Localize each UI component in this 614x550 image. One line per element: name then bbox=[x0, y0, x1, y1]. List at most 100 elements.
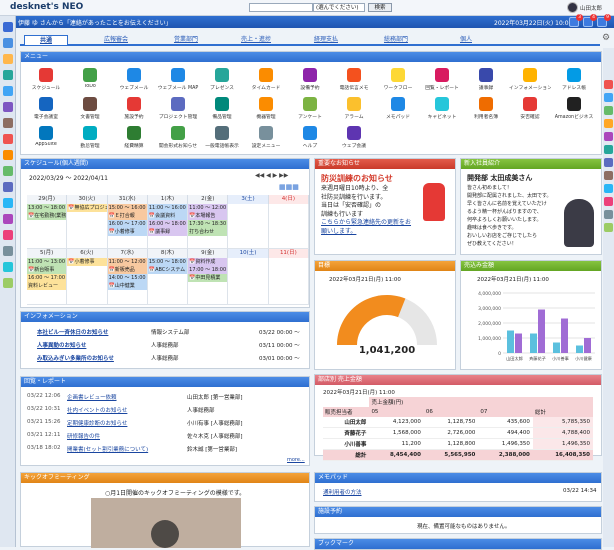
avatar[interactable] bbox=[567, 2, 578, 13]
gray-shortcut-icon[interactable] bbox=[604, 210, 613, 219]
menu-item[interactable]: アラーム bbox=[333, 97, 375, 120]
schedule-event[interactable]: 📅資料作成 bbox=[188, 258, 228, 266]
day-header[interactable]: 1(木) bbox=[147, 195, 189, 204]
menu-item[interactable]: アドレス帳 bbox=[553, 68, 595, 91]
day-cell[interactable]: 15:00 ～ 16:00 📅Ｅ打合報 16:00 ～ 17:00 📅小着修事 bbox=[107, 204, 148, 249]
app-logo[interactable]: desknet's NEO bbox=[10, 2, 83, 12]
menu-item[interactable]: ウェブメール bbox=[113, 68, 155, 91]
day-header[interactable]: 2(金) bbox=[188, 195, 229, 204]
schedule-event[interactable]: 資料レビュー bbox=[27, 282, 67, 290]
menu-item[interactable]: ToDo bbox=[69, 68, 111, 89]
menu-item[interactable]: ウェブ会議 bbox=[333, 126, 375, 149]
report-title[interactable]: 社内イベントのお知らせ bbox=[67, 406, 127, 414]
menu-item[interactable]: AppSuite bbox=[25, 126, 67, 147]
menu-item[interactable]: 開会形式お知らせ bbox=[157, 126, 199, 149]
menu-item[interactable]: 電子会議室 bbox=[25, 97, 67, 120]
day-header[interactable]: 10(土) bbox=[228, 249, 269, 258]
day-header[interactable]: 11(日) bbox=[268, 249, 309, 258]
schedule-event[interactable]: 📅小着修事 bbox=[107, 228, 147, 236]
calendar-icon[interactable] bbox=[3, 38, 13, 48]
day-header[interactable]: 4(日) bbox=[268, 195, 309, 204]
schedule-event[interactable]: 16:00 ～ 18:00 bbox=[147, 220, 188, 228]
day-cell[interactable]: 11:00 ～ 16:00 📅会議資料 16:00 ～ 18:00 📅議事録 bbox=[147, 204, 189, 249]
schedule-event[interactable]: 📅ABCシステム bbox=[147, 266, 188, 274]
home-icon[interactable] bbox=[3, 22, 13, 32]
tab-personal[interactable]: 個人 bbox=[444, 35, 488, 45]
day-header[interactable]: 29(月) bbox=[27, 195, 68, 204]
tab-progress[interactable]: 売上・進捗 bbox=[234, 35, 278, 45]
report-icon[interactable] bbox=[3, 182, 13, 192]
schedule-event[interactable]: 14:00 ～ 15:00 bbox=[107, 274, 147, 282]
schedule-event[interactable]: 13:00 ～ 18:00 bbox=[27, 204, 67, 212]
menu-item[interactable]: メモパッド bbox=[377, 97, 419, 120]
info-icon[interactable] bbox=[3, 214, 13, 224]
notice-line[interactable]: こちらから緊急連絡先の更新をお願いします。 bbox=[321, 219, 413, 236]
workflow-icon[interactable] bbox=[3, 166, 13, 176]
tab-accounting[interactable]: 経理支払 bbox=[304, 35, 348, 45]
tab-general-affairs[interactable]: 総務部門 bbox=[374, 35, 418, 45]
menu-item[interactable]: プレゼンス bbox=[201, 68, 243, 91]
red-shortcut-icon[interactable] bbox=[604, 80, 613, 89]
teal-shortcut-icon[interactable] bbox=[604, 145, 613, 154]
day-header[interactable]: 7(水) bbox=[107, 249, 148, 258]
info-title[interactable]: 本社ビル一斉休日のお知らせ bbox=[37, 328, 108, 336]
tab-common[interactable]: 共通 bbox=[24, 35, 68, 45]
menu-item[interactable]: 一般電話帳表示 bbox=[201, 126, 243, 149]
bar[interactable] bbox=[561, 318, 568, 354]
schedule-nav[interactable]: ◀◀ ◀ ▶ ▶▶ bbox=[255, 172, 288, 179]
info-title[interactable]: 人事異動のお知らせ bbox=[37, 341, 86, 349]
purple-shortcut-icon[interactable] bbox=[604, 132, 613, 141]
schedule-event[interactable]: 📅議事録 bbox=[147, 228, 188, 236]
schedule-event[interactable]: 11:00 ～ 12:00 bbox=[107, 258, 147, 266]
memo-item[interactable]: 通利用者の方法 bbox=[323, 488, 362, 496]
lime-shortcut-icon[interactable] bbox=[604, 223, 613, 232]
menu-item[interactable]: 利用者名簿 bbox=[465, 97, 507, 120]
bar[interactable] bbox=[576, 345, 583, 354]
gear-icon[interactable]: ⚙ bbox=[602, 33, 610, 43]
day-cell[interactable]: 📅無協広プロジェクト bbox=[67, 204, 108, 249]
menu-item[interactable]: ウェブメール MAP bbox=[157, 68, 199, 91]
video-player[interactable] bbox=[91, 498, 241, 548]
day-cell[interactable]: 15:00 ～ 18:00 📅ABCシステム bbox=[147, 258, 189, 305]
day-header[interactable]: 31(水) bbox=[107, 195, 148, 204]
more-link[interactable]: more... bbox=[287, 457, 305, 463]
day-cell[interactable]: 13:00 ～ 18:00 📅在宅勤務(業務) bbox=[27, 204, 68, 249]
menu-item[interactable]: 電話伝言メモ bbox=[333, 68, 375, 91]
day-header[interactable]: 9(金) bbox=[188, 249, 229, 258]
schedule-event[interactable]: 📅新販売品 bbox=[107, 266, 147, 274]
menu-item[interactable]: 経費精算 bbox=[113, 126, 155, 149]
forum-icon[interactable] bbox=[3, 246, 13, 256]
menu-item[interactable]: 設備予約 bbox=[289, 68, 331, 91]
menu-item[interactable]: 議事録 bbox=[465, 68, 507, 91]
phone-memo-icon[interactable] bbox=[3, 150, 13, 160]
bar[interactable] bbox=[530, 333, 537, 354]
report-title[interactable]: 定期健康診断のお知らせ bbox=[67, 419, 127, 427]
bar[interactable] bbox=[584, 338, 591, 353]
tab-pr[interactable]: 広報審会 bbox=[94, 35, 138, 45]
day-cell[interactable]: 📅資料作成 17:00 ～ 18:00 📅中田見積業 bbox=[188, 258, 229, 305]
menu-item[interactable]: スケジュール bbox=[25, 68, 67, 91]
schedule-event[interactable]: 📅新台販事 bbox=[27, 266, 67, 274]
bar[interactable] bbox=[538, 309, 545, 354]
notification-message[interactable]: 伊藤 ゆ さんから「連絡があったことをお伝えください」 bbox=[18, 18, 172, 27]
menu-item[interactable]: 備品管理 bbox=[201, 97, 243, 120]
sky-shortcut-icon[interactable] bbox=[604, 184, 613, 193]
schedule-event[interactable]: 打ち合わせ bbox=[188, 228, 228, 236]
bar[interactable] bbox=[553, 342, 560, 354]
day-header[interactable]: 8(木) bbox=[147, 249, 189, 258]
timecard-icon[interactable] bbox=[3, 118, 13, 128]
schedule-event[interactable]: 📅本場報告 bbox=[188, 212, 228, 220]
menu-item[interactable]: 安否確認 bbox=[509, 97, 551, 120]
schedule-event[interactable]: 17:30 ～ 18:30 bbox=[188, 220, 228, 228]
menu-item[interactable]: アンケート bbox=[289, 97, 331, 120]
schedule-event[interactable]: 📅中田見積業 bbox=[188, 274, 228, 282]
day-header[interactable]: 6(火) bbox=[67, 249, 108, 258]
menu-item[interactable]: 文書管理 bbox=[69, 97, 111, 120]
menu-item[interactable]: 設定メニュー bbox=[245, 126, 287, 149]
global-search-input[interactable] bbox=[249, 3, 313, 12]
schedule-event[interactable]: 16:00 ～ 17:00 bbox=[27, 274, 67, 282]
day-header[interactable]: 3(土) bbox=[228, 195, 269, 204]
schedule-event[interactable]: 15:00 ～ 16:00 bbox=[107, 204, 147, 212]
todo-icon[interactable] bbox=[3, 54, 13, 64]
mail-icon[interactable] bbox=[3, 70, 13, 80]
